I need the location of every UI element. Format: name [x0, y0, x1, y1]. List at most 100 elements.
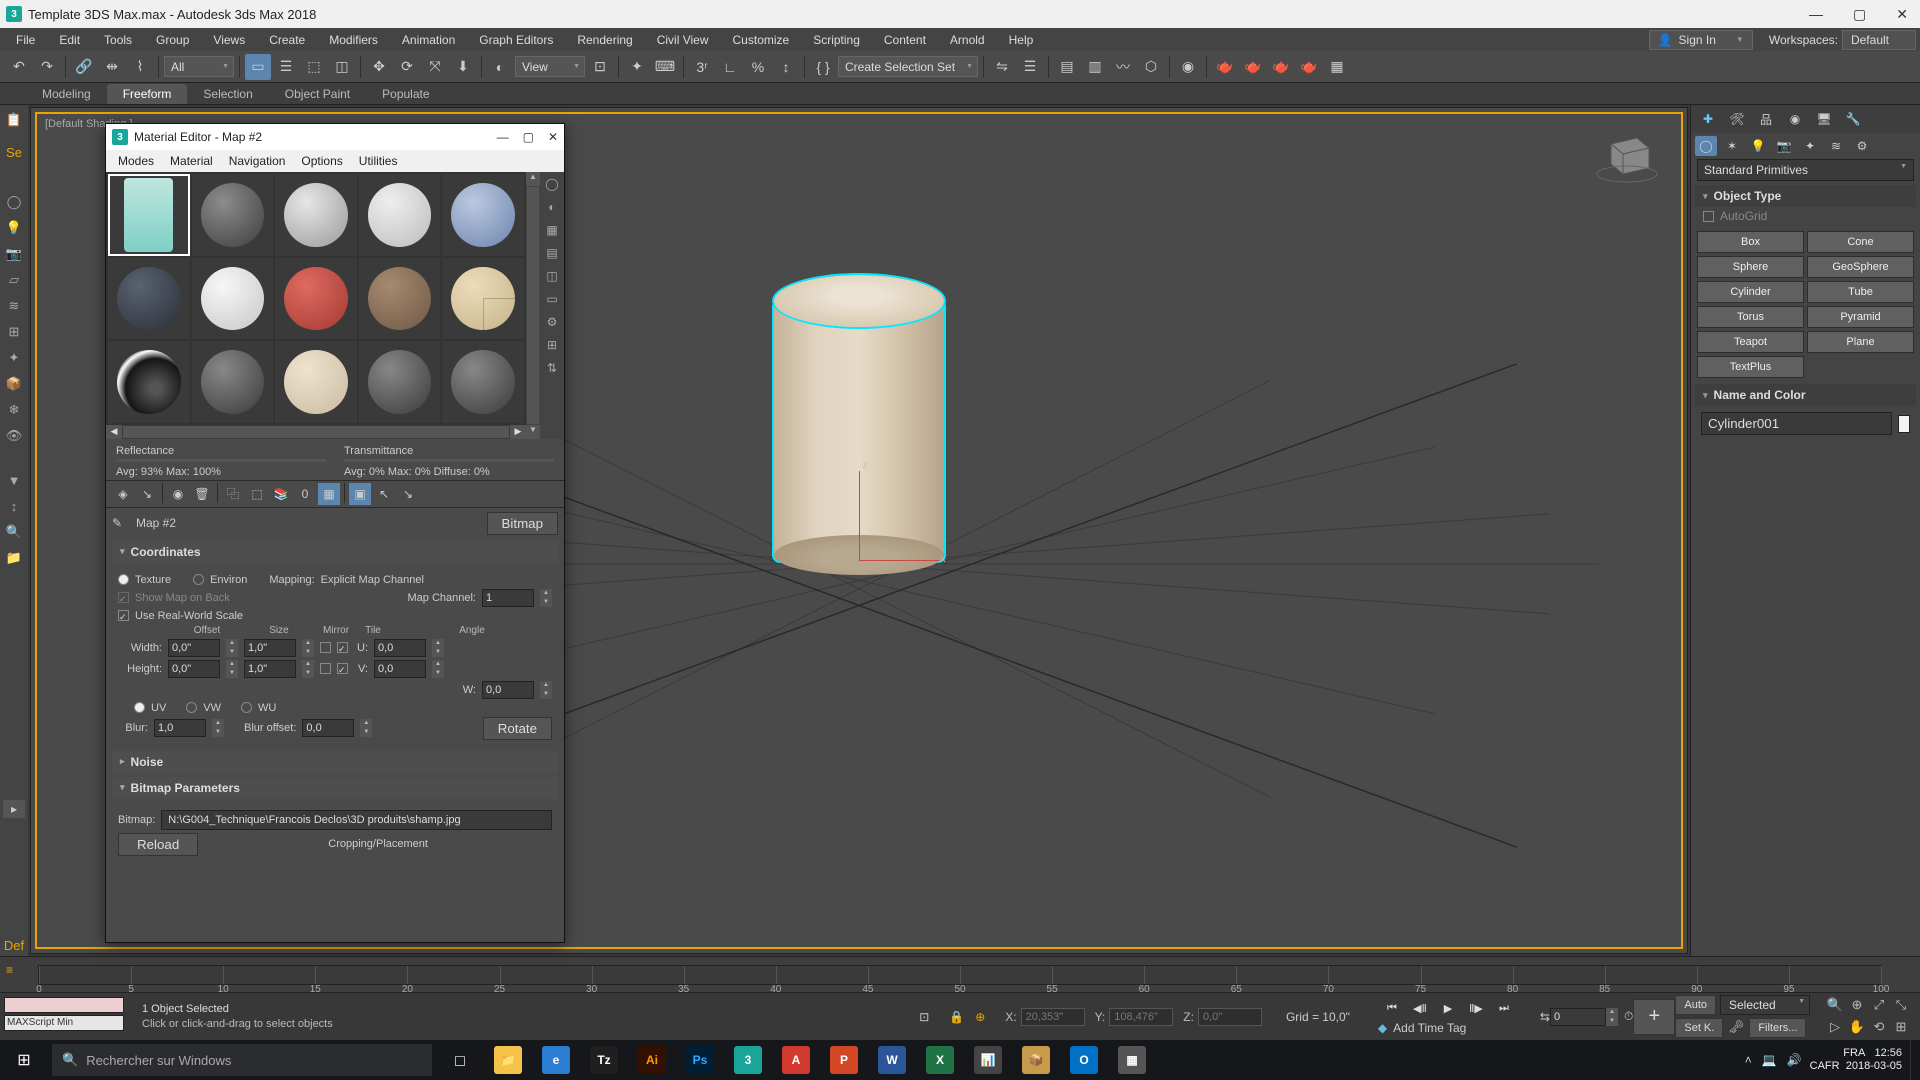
- material-slot-10[interactable]: [442, 258, 524, 340]
- lt-container-icon[interactable]: 📦: [3, 373, 25, 395]
- lt-helper-icon[interactable]: ▱: [3, 269, 25, 291]
- ribbon-freeform[interactable]: Freeform: [107, 84, 188, 104]
- snap-toggle-icon[interactable]: 3ʳ: [689, 54, 715, 80]
- mat-id-icon[interactable]: 0: [294, 483, 316, 505]
- reset-map-icon[interactable]: 🗑: [191, 483, 213, 505]
- cameras-cat-icon[interactable]: 📷: [1773, 136, 1795, 156]
- menu-file[interactable]: File: [4, 30, 47, 50]
- zoom-all-icon[interactable]: ⊕: [1848, 996, 1866, 1014]
- menu-modifiers[interactable]: Modifiers: [317, 30, 390, 50]
- state-sets-icon[interactable]: 🫖: [1268, 54, 1294, 80]
- select-by-name-icon[interactable]: ☰: [273, 54, 299, 80]
- keyboard-shortcut-icon[interactable]: ⌨: [652, 54, 678, 80]
- maxscript-listener[interactable]: MAXScript Min: [4, 1015, 124, 1031]
- menu-views[interactable]: Views: [201, 30, 257, 50]
- menu-graph-editors[interactable]: Graph Editors: [467, 30, 565, 50]
- y-coord-input[interactable]: [1109, 1008, 1173, 1026]
- time-config-icon[interactable]: ⏱: [1624, 1009, 1633, 1024]
- menu-tools[interactable]: Tools: [92, 30, 144, 50]
- render-prod-icon[interactable]: 🫖: [1296, 54, 1322, 80]
- menu-scripting[interactable]: Scripting: [801, 30, 872, 50]
- tray-volume-icon[interactable]: 🔊: [1787, 1053, 1802, 1067]
- material-slot-3[interactable]: [275, 174, 357, 256]
- mat-map-nav-icon[interactable]: ⇅: [542, 358, 562, 378]
- mapping-dropdown[interactable]: Explicit Map Channel: [321, 574, 552, 586]
- go-parent-icon[interactable]: ↖: [373, 483, 395, 505]
- move-icon[interactable]: ✥: [366, 54, 392, 80]
- tray-network-icon[interactable]: 💻: [1762, 1053, 1777, 1067]
- ribbon-modeling[interactable]: Modeling: [26, 84, 107, 104]
- make-preview-icon[interactable]: ▭: [542, 289, 562, 309]
- word-icon[interactable]: W: [868, 1040, 916, 1080]
- lt-bone-icon[interactable]: ✦: [3, 347, 25, 369]
- material-slot-11[interactable]: [108, 341, 190, 423]
- textplus-button[interactable]: TextPlus: [1697, 356, 1804, 378]
- menu-edit[interactable]: Edit: [47, 30, 92, 50]
- pan-icon[interactable]: ✋: [1848, 1018, 1866, 1036]
- put-to-scene-icon[interactable]: ↘: [136, 483, 158, 505]
- app-misc1-icon[interactable]: 📊: [964, 1040, 1012, 1080]
- taskbar-clock[interactable]: FRA 12:56 CAFR 2018-03-05: [1810, 1047, 1910, 1073]
- cylinder-object[interactable]: z x: [774, 301, 944, 561]
- slot-vscroll-down[interactable]: ▼: [526, 425, 540, 439]
- select-object-icon[interactable]: ▭: [245, 54, 271, 80]
- task-view-icon[interactable]: ◻: [436, 1040, 484, 1080]
- link-icon[interactable]: 🔗: [71, 54, 97, 80]
- width-offset-spinner[interactable]: [168, 639, 220, 657]
- hierarchy-tab-icon[interactable]: 品: [1753, 108, 1779, 130]
- material-slot-8[interactable]: [275, 258, 357, 340]
- key-filter-dropdown[interactable]: Selected: [1720, 995, 1810, 1015]
- ribbon-object-paint[interactable]: Object Paint: [269, 84, 366, 104]
- render-frame-icon[interactable]: 🫖: [1240, 54, 1266, 80]
- percent-snap-icon[interactable]: %: [745, 54, 771, 80]
- zoom-extents-icon[interactable]: ⤢: [1870, 996, 1888, 1014]
- environ-radio[interactable]: [193, 574, 204, 585]
- set-key-button[interactable]: Set K.: [1675, 1018, 1723, 1038]
- material-slot-7[interactable]: [192, 258, 274, 340]
- material-slot-15[interactable]: [442, 341, 524, 423]
- width-mirror-checkbox[interactable]: [320, 642, 331, 653]
- transform-typein-icon[interactable]: ⊕: [975, 1010, 995, 1024]
- workspace-dropdown[interactable]: Default: [1842, 30, 1916, 50]
- edit-named-sel-icon[interactable]: { }: [810, 54, 836, 80]
- height-mirror-checkbox[interactable]: [320, 663, 331, 674]
- sample-type-icon[interactable]: ◯: [542, 174, 562, 194]
- mat-minimize-button[interactable]: —: [497, 130, 509, 144]
- put-to-lib-icon[interactable]: 📚: [270, 483, 292, 505]
- lt-light-icon[interactable]: 💡: [3, 217, 25, 239]
- reload-button[interactable]: Reload: [118, 833, 198, 856]
- select-region-icon[interactable]: ⬚: [301, 54, 327, 80]
- ribbon-selection[interactable]: Selection: [187, 84, 268, 104]
- window-crossing-icon[interactable]: ◫: [329, 54, 355, 80]
- material-slot-12[interactable]: [192, 341, 274, 423]
- modify-tab-icon[interactable]: 🛠: [1724, 108, 1750, 130]
- goto-end-icon[interactable]: ⏭: [1492, 998, 1516, 1018]
- utilities-tab-icon[interactable]: 🔧: [1840, 108, 1866, 130]
- display-tab-icon[interactable]: 🖥: [1811, 108, 1837, 130]
- real-world-checkbox[interactable]: [118, 610, 129, 621]
- render-setup-icon[interactable]: 🫖: [1212, 54, 1238, 80]
- mat-menu-material[interactable]: Material: [162, 152, 221, 170]
- menu-content[interactable]: Content: [872, 30, 938, 50]
- taskbar-search[interactable]: 🔍 Rechercher sur Windows: [52, 1044, 432, 1076]
- scene-explorer-icon[interactable]: 📋: [3, 109, 25, 131]
- rotate-button[interactable]: Rotate: [483, 717, 552, 740]
- autogrid-checkbox[interactable]: [1703, 211, 1714, 222]
- vw-radio[interactable]: [186, 702, 197, 713]
- bitmap-params-header[interactable]: Bitmap Parameters: [112, 777, 558, 799]
- ps-icon[interactable]: Ps: [676, 1040, 724, 1080]
- minimize-button[interactable]: —: [1803, 4, 1829, 25]
- blur-spinner[interactable]: [154, 719, 206, 737]
- expand-collapse-icon[interactable]: ▸: [3, 800, 25, 818]
- geosphere-button[interactable]: GeoSphere: [1807, 256, 1914, 278]
- lt-folder-icon[interactable]: 📁: [3, 547, 25, 569]
- map-type-button[interactable]: Bitmap: [487, 512, 558, 535]
- selection-filter-dropdown[interactable]: All: [164, 56, 234, 77]
- placement-icon[interactable]: ⬇: [450, 54, 476, 80]
- show-end-result-icon[interactable]: ▣: [349, 483, 371, 505]
- mat-close-button[interactable]: ✕: [548, 130, 558, 144]
- ref-coord-icon[interactable]: ◐: [487, 54, 513, 80]
- box-button[interactable]: Box: [1697, 231, 1804, 253]
- toggle-ribbon-icon[interactable]: ▥: [1082, 54, 1108, 80]
- background-icon[interactable]: ▦: [542, 220, 562, 240]
